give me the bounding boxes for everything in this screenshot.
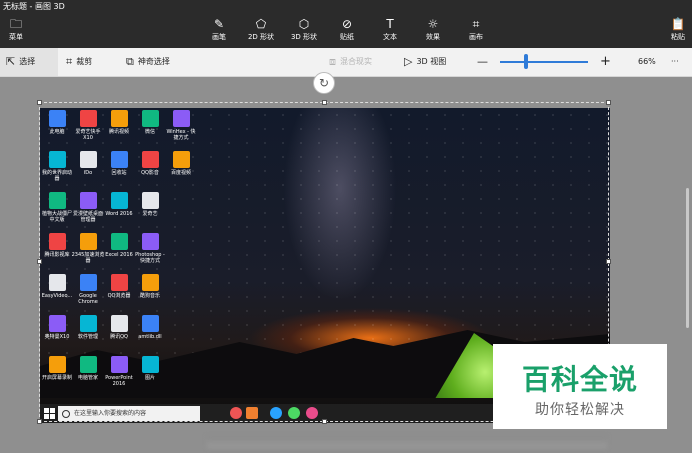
3d-shapes-icon: ⬡	[298, 17, 310, 31]
resize-handle[interactable]	[606, 259, 611, 264]
mixed-reality-button[interactable]: ⧈ 混合现实	[329, 48, 372, 76]
cursor-icon: ⇱	[6, 55, 16, 68]
tool-stickers[interactable]: ⊘ 贴纸	[325, 16, 369, 42]
ribbon: 🗀 菜单 ✎ 画笔 ⬠ 2D 形状 ⬡ 3D 形状 ⊘ 贴纸 T 文本 ☼ 效果 ⌗ 画布 📋…	[0, 14, 692, 48]
vertical-scrollbar[interactable]	[686, 188, 689, 328]
resize-handle[interactable]	[37, 100, 42, 105]
rotate-handle-icon[interactable]: ↻	[313, 72, 335, 94]
mixed-reality-icon: ⧈	[329, 55, 336, 68]
watermark-title: 百科全说	[521, 363, 638, 396]
resize-handle[interactable]	[606, 100, 611, 105]
menu-label: 菜单	[9, 33, 23, 41]
canvas-icon: ⌗	[472, 17, 480, 31]
3d-view-icon: ▷	[404, 55, 413, 68]
zoom-in-button[interactable]: +	[600, 48, 611, 76]
zoom-slider-thumb[interactable]	[524, 54, 529, 69]
zoom-out-button[interactable]: —	[477, 48, 488, 76]
magic-select-icon: ⧉	[126, 55, 134, 68]
tool-canvas[interactable]: ⌗ 画布	[454, 16, 498, 42]
watermark-subtitle: 助你轻松解决	[535, 402, 625, 418]
window-title: 无标题 - 画图 3D	[0, 0, 692, 14]
effects-icon: ☼	[427, 17, 439, 31]
menu-button[interactable]: 🗀 菜单	[0, 16, 38, 42]
folder-icon: 🗀	[9, 17, 22, 31]
2d-shapes-icon: ⬠	[255, 17, 267, 31]
resize-handle[interactable]	[322, 100, 327, 105]
brush-icon: ✎	[213, 17, 225, 31]
toolbar: ⇱ 选择 ⌗ 裁剪 ⧉ 神奇选择 ⧈ 混合现实 ▷ 3D 视图 — + 66% …	[0, 48, 692, 77]
resize-handle[interactable]	[37, 259, 42, 264]
tool-brush[interactable]: ✎ 画笔	[197, 16, 241, 42]
resize-handle[interactable]	[322, 419, 327, 424]
zoom-level: 66%	[638, 57, 656, 66]
resize-handle[interactable]	[37, 419, 42, 424]
tool-text[interactable]: T 文本	[368, 16, 412, 42]
tool-2d-shapes[interactable]: ⬠ 2D 形状	[239, 16, 283, 42]
paste-button[interactable]: 📋 粘贴	[656, 16, 692, 42]
watermark: 百科全说 助你轻松解决	[493, 344, 667, 429]
tool-3d-shapes[interactable]: ⬡ 3D 形状	[282, 16, 326, 42]
tool-effects[interactable]: ☼ 效果	[411, 16, 455, 42]
3d-view-button[interactable]: ▷ 3D 视图	[404, 48, 446, 76]
crop-icon: ⌗	[66, 55, 73, 68]
magic-select-button[interactable]: ⧉ 神奇选择	[126, 48, 170, 76]
more-button[interactable]: ···	[671, 48, 679, 76]
text-icon: T	[386, 17, 394, 31]
clipboard-icon: 📋	[670, 17, 686, 31]
stickers-icon: ⊘	[341, 17, 353, 31]
crop-button[interactable]: ⌗ 裁剪	[66, 48, 92, 76]
select-button[interactable]: ⇱ 选择	[0, 48, 58, 76]
image-shadow	[207, 436, 607, 448]
zoom-slider[interactable]	[500, 61, 588, 63]
